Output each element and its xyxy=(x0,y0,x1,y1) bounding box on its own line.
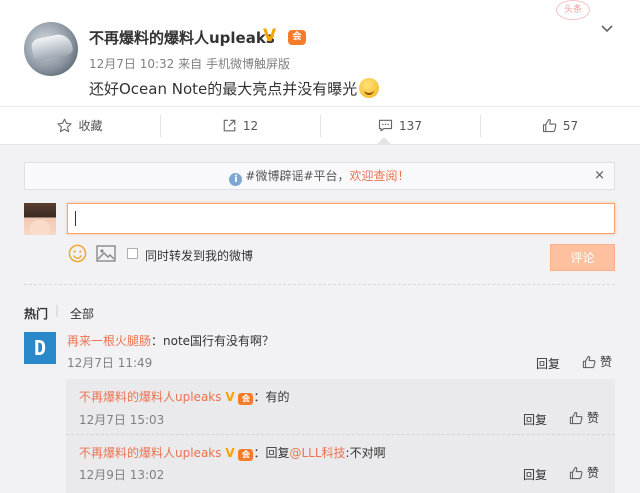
mention-link[interactable]: @LLL科技 xyxy=(289,446,345,460)
share-icon xyxy=(223,119,236,132)
submit-comment-button[interactable]: 评论 xyxy=(550,244,615,271)
post-menu-button[interactable] xyxy=(600,22,614,38)
thumbs-up-icon xyxy=(582,355,596,368)
like-button[interactable]: 57 xyxy=(480,107,640,144)
vip-member-icon[interactable]: 会 xyxy=(238,393,254,405)
vip-member-icon[interactable]: 会 xyxy=(238,449,254,461)
commenter-avatar[interactable]: D xyxy=(24,332,56,364)
like-count: 57 xyxy=(562,118,579,133)
comment-panel: i #微博辟谣#平台，欢迎查阅！ × 同时转发到我的微博 评论 热门 | 全部 D… xyxy=(0,144,640,493)
reply-like-button[interactable]: 赞 xyxy=(569,464,599,481)
reply-like-button[interactable]: 赞 xyxy=(569,409,599,426)
post-source[interactable]: 手机微博触屏版 xyxy=(206,57,290,71)
image-upload-button[interactable] xyxy=(96,245,116,266)
thumbs-up-icon xyxy=(542,118,557,133)
thumbs-up-icon xyxy=(569,411,583,424)
reply-time: 12月9日 13:02 xyxy=(79,468,165,482)
repost-count: 12 xyxy=(242,118,259,133)
like-label: 赞 xyxy=(587,466,600,480)
like-label: 赞 xyxy=(600,355,613,369)
thumbs-up-icon xyxy=(569,466,583,479)
emoji-picker-button[interactable] xyxy=(68,244,87,267)
reply-divider xyxy=(66,434,615,435)
comment-icon xyxy=(378,119,393,132)
repost-checkbox[interactable] xyxy=(127,248,138,259)
reply-user-name[interactable]: 不再爆料的爆料人upleaks xyxy=(79,390,222,404)
reply-time: 12月7日 15:03 xyxy=(79,413,165,427)
favorite-button[interactable]: 收藏 xyxy=(0,107,160,144)
current-user-avatar[interactable] xyxy=(24,203,56,235)
commenter-name[interactable]: 再来一根火腿肠 xyxy=(67,334,151,348)
star-icon xyxy=(57,118,73,133)
comment-input[interactable] xyxy=(67,203,615,234)
repost-checkbox-label[interactable]: 同时转发到我的微博 xyxy=(145,247,253,264)
verified-icon[interactable]: V xyxy=(225,446,234,460)
tab-hot[interactable]: 热门 xyxy=(24,305,48,322)
tab-separator: | xyxy=(55,303,60,317)
verified-icon[interactable]: V xyxy=(225,390,234,404)
giggle-emoji-icon xyxy=(359,78,380,98)
tab-all[interactable]: 全部 xyxy=(70,305,94,322)
post-text: 还好Ocean Note的最大亮点并没有曝光 xyxy=(89,78,380,99)
vip-member-icon[interactable]: 会 xyxy=(288,30,306,45)
image-icon xyxy=(96,245,116,262)
reply-body-prefix: ：回复 xyxy=(253,446,290,460)
comment-text: 再来一根火腿肠：note国行有没有啊？ xyxy=(67,332,274,349)
comment-divider xyxy=(24,284,615,285)
reply-text: 不再爆料的爆料人upleaks V 会：回复@LLL科技:不对啊 xyxy=(79,444,386,461)
comment-time: 12月7日 11:49 xyxy=(67,356,153,370)
notice-link[interactable]: 欢迎查阅！ xyxy=(350,169,410,183)
post-author-name[interactable]: 不再爆料的爆料人upleaks xyxy=(89,27,275,48)
post-time[interactable]: 12月7日 10:32 xyxy=(89,57,174,71)
close-icon[interactable]: × xyxy=(594,163,605,189)
reply-user-name[interactable]: 不再爆料的爆料人upleaks xyxy=(79,446,222,460)
post-author-avatar[interactable] xyxy=(24,22,78,76)
comment-count: 137 xyxy=(399,118,422,133)
notice-text[interactable]: #微博辟谣#平台， xyxy=(245,169,349,183)
comment-body: ：note国行有没有啊？ xyxy=(151,334,275,348)
rumor-notice-bar: i #微博辟谣#平台，欢迎查阅！ × xyxy=(24,162,615,190)
reply-button[interactable]: 回复 xyxy=(523,411,547,428)
avatar-image xyxy=(30,32,74,62)
chevron-down-icon xyxy=(601,25,613,33)
reply-text: 不再爆料的爆料人upleaks V 会：有的 xyxy=(79,388,289,405)
source-prefix: 来自 xyxy=(178,57,203,71)
reply-body: ：有的 xyxy=(253,390,290,404)
verified-icon[interactable]: V xyxy=(263,28,282,45)
comment-button[interactable]: 137 xyxy=(320,107,480,144)
comment-pointer xyxy=(377,137,391,144)
post-text-body: 还好Ocean Note的最大亮点并没有曝光 xyxy=(89,80,358,98)
favorite-label: 收藏 xyxy=(78,119,103,133)
post-meta: 12月7日 10:32 来自 手机微博触屏版 xyxy=(89,55,290,72)
reply-button[interactable]: 回复 xyxy=(523,466,547,483)
text-cursor xyxy=(75,211,76,226)
like-label: 赞 xyxy=(587,411,600,425)
reply-button[interactable]: 回复 xyxy=(536,355,560,372)
stamp-icon: 头条 xyxy=(556,0,590,20)
post-action-bar: 收藏 12 137 57 xyxy=(0,106,640,144)
comment-like-button[interactable]: 赞 xyxy=(582,353,612,370)
smiley-icon xyxy=(68,244,87,263)
info-icon: i xyxy=(229,173,243,186)
reply-body-suffix: :不对啊 xyxy=(345,446,386,460)
repost-button[interactable]: 12 xyxy=(160,107,320,144)
